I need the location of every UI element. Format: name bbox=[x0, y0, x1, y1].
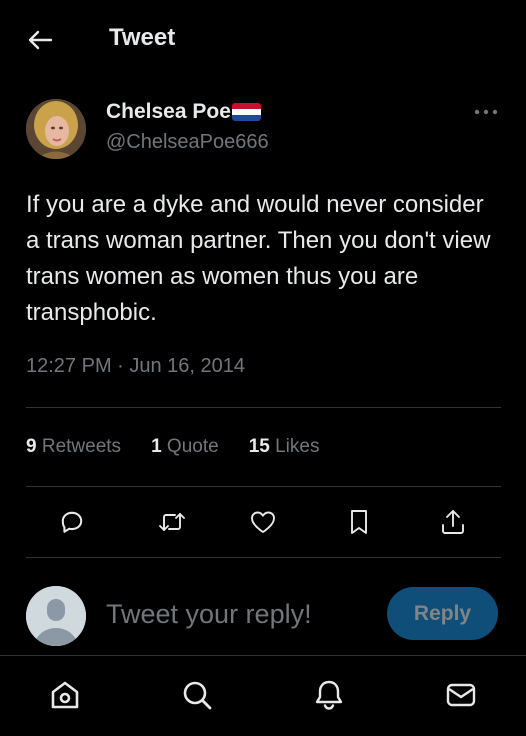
retweet-icon bbox=[159, 513, 185, 531]
more-horizontal-icon bbox=[474, 109, 498, 115]
author-handle[interactable]: @ChelseaPoe666 bbox=[106, 131, 269, 154]
arrow-left-icon bbox=[28, 30, 53, 50]
page-title: Tweet bbox=[109, 24, 176, 51]
divider bbox=[26, 407, 501, 408]
notifications-icon bbox=[315, 680, 343, 710]
user-avatar[interactable] bbox=[26, 586, 86, 646]
default-avatar-icon bbox=[26, 586, 86, 646]
quotes-count: 1 bbox=[151, 436, 162, 457]
author-avatar[interactable] bbox=[26, 99, 86, 159]
tweet-actions bbox=[26, 500, 501, 544]
like-button[interactable] bbox=[245, 504, 281, 540]
avatar-image bbox=[26, 99, 86, 159]
share-icon bbox=[442, 510, 464, 534]
messages-icon bbox=[446, 683, 476, 707]
home-icon bbox=[51, 681, 79, 709]
reply-icon bbox=[61, 511, 83, 533]
retweets-label: Retweets bbox=[41, 436, 122, 457]
engagement-stats: 9 Retweets 1 Quote 15 Likes bbox=[26, 436, 349, 458]
like-icon bbox=[251, 511, 275, 533]
nav-home[interactable] bbox=[45, 675, 85, 715]
divider bbox=[26, 557, 501, 558]
reply-input[interactable] bbox=[106, 594, 376, 634]
quotes-stat[interactable]: 1 Quote bbox=[151, 436, 219, 458]
reply-submit-button[interactable]: Reply bbox=[387, 587, 498, 640]
likes-count: 15 bbox=[248, 436, 270, 457]
author-name-row[interactable]: Chelsea Poe bbox=[106, 100, 261, 124]
tweet-timestamp[interactable]: 12:27 PM · Jun 16, 2014 bbox=[26, 355, 245, 378]
more-options-button[interactable] bbox=[468, 100, 504, 124]
tweet-text: If you are a dyke and would never consid… bbox=[26, 191, 491, 326]
reply-button[interactable] bbox=[54, 504, 90, 540]
nav-notifications[interactable] bbox=[309, 675, 349, 715]
top-bar: Tweet bbox=[0, 0, 526, 78]
netherlands-flag-icon bbox=[231, 103, 261, 121]
back-button[interactable] bbox=[22, 22, 58, 58]
divider bbox=[26, 486, 501, 487]
likes-stat[interactable]: 15 Likes bbox=[249, 436, 320, 458]
author-display-name[interactable]: Chelsea Poe bbox=[106, 100, 231, 124]
retweets-stat[interactable]: 9 Retweets bbox=[26, 436, 121, 458]
retweet-button[interactable] bbox=[154, 504, 190, 540]
nav-search[interactable] bbox=[177, 675, 217, 715]
quotes-label: Quote bbox=[166, 436, 219, 457]
nav-messages[interactable] bbox=[441, 675, 481, 715]
bookmark-button[interactable] bbox=[341, 504, 377, 540]
bookmark-icon bbox=[351, 510, 367, 534]
retweets-count: 9 bbox=[26, 436, 37, 457]
likes-label: Likes bbox=[275, 436, 320, 457]
search-icon bbox=[183, 681, 212, 710]
share-button[interactable] bbox=[435, 504, 471, 540]
bottom-nav bbox=[0, 655, 526, 736]
